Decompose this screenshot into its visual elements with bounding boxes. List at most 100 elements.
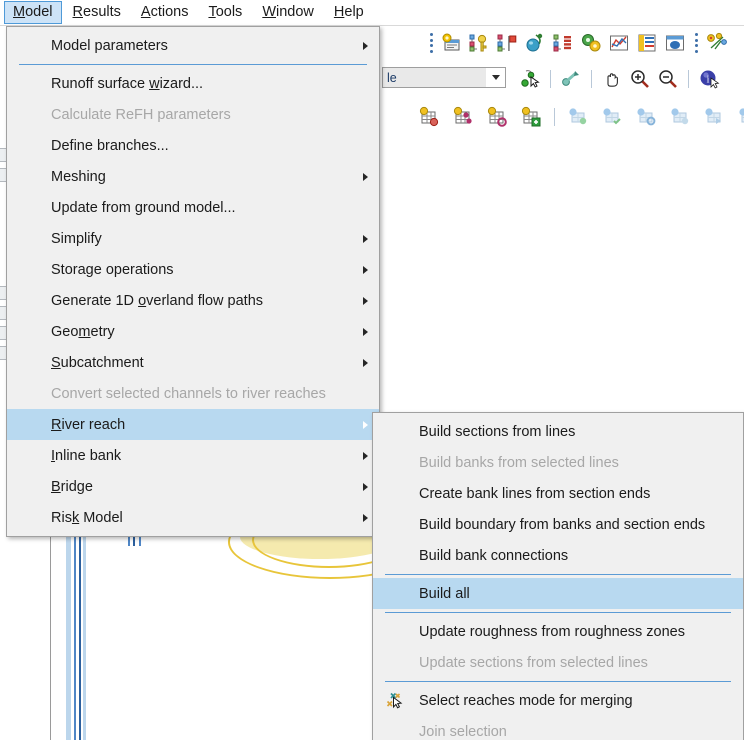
menu-item-build-sections-from-lines[interactable]: Build sections from lines bbox=[373, 416, 743, 447]
layer-combo[interactable]: le bbox=[382, 67, 506, 88]
submenu-arrow-icon bbox=[363, 41, 368, 50]
flag-tree-icon[interactable] bbox=[496, 32, 518, 54]
menubar-item-actions[interactable]: Actions bbox=[132, 1, 198, 24]
menu-item-update-roughness-from-roughness-zones[interactable]: Update roughness from roughness zones bbox=[373, 616, 743, 647]
menu-item-meshing[interactable]: Meshing bbox=[7, 161, 379, 192]
menu-item-update-from-ground-model[interactable]: Update from ground model... bbox=[7, 192, 379, 223]
menu-item-bridge[interactable]: Bridge bbox=[7, 471, 379, 502]
menu-item-build-boundary-from-banks-and-section-ends[interactable]: Build boundary from banks and section en… bbox=[373, 509, 743, 540]
menu-item-define-branches[interactable]: Define branches... bbox=[7, 130, 379, 161]
model-menu-panel[interactable]: Model parameters Runoff surface wizard...… bbox=[6, 26, 380, 537]
layer-combo-value: le bbox=[387, 70, 397, 85]
menubar-item-results[interactable]: Results bbox=[64, 1, 130, 24]
menu-separator bbox=[385, 612, 731, 613]
pan-hand-icon[interactable] bbox=[601, 68, 623, 90]
menu-item-geometry[interactable]: Geometry bbox=[7, 316, 379, 347]
river-reach-submenu-panel[interactable]: Build sections from lines Build banks fro… bbox=[372, 412, 744, 740]
menu-item-label: Model parameters bbox=[51, 37, 168, 54]
boundary-icon[interactable] bbox=[524, 32, 546, 54]
menu-item-build-bank-connections[interactable]: Build bank connections bbox=[373, 540, 743, 571]
menu-item-create-bank-lines-from-section-ends[interactable]: Create bank lines from section ends bbox=[373, 478, 743, 509]
grid-blue-green-icon[interactable] bbox=[567, 106, 589, 128]
toolbar-row-3[interactable] bbox=[412, 102, 744, 132]
grid-blue-pink-icon[interactable] bbox=[737, 106, 744, 128]
graph-icon[interactable] bbox=[608, 32, 630, 54]
toolbar-separator bbox=[688, 70, 689, 88]
menu-item-label: Convert selected channels to river reach… bbox=[51, 385, 326, 402]
toolbar-row-1[interactable] bbox=[424, 28, 730, 58]
menu-separator bbox=[385, 574, 731, 575]
key-tree-icon[interactable] bbox=[468, 32, 490, 54]
menu-item-label: Bridge bbox=[51, 478, 93, 495]
submenu-arrow-icon bbox=[363, 296, 368, 305]
menu-item-label: River reach bbox=[51, 416, 126, 433]
combo-dropdown-button[interactable] bbox=[486, 68, 505, 87]
menu-item-label: Build bank connections bbox=[419, 547, 569, 564]
panel-icon[interactable] bbox=[664, 32, 686, 54]
toolbar-separator bbox=[554, 108, 555, 126]
gears-icon[interactable] bbox=[580, 32, 602, 54]
menu-item-generate-1d-overland-flow-paths[interactable]: Generate 1D overland flow paths bbox=[7, 285, 379, 316]
grid-flower-red-icon[interactable] bbox=[418, 106, 440, 128]
grid-flower-circle-icon[interactable] bbox=[486, 106, 508, 128]
submenu-arrow-icon bbox=[363, 234, 368, 243]
application-window: le i Model Results Actions Tools Window … bbox=[0, 0, 744, 740]
menu-item-label: Build all bbox=[419, 585, 470, 602]
select-reaches-icon bbox=[386, 692, 404, 710]
grid-flower-link-icon[interactable] bbox=[452, 106, 474, 128]
submenu-arrow-icon bbox=[363, 265, 368, 274]
menu-item-select-reaches-mode-for-merging[interactable]: Select reaches mode for merging bbox=[373, 685, 743, 716]
menubar-item-tools[interactable]: Tools bbox=[199, 1, 251, 24]
menu-item-label: Generate 1D overland flow paths bbox=[51, 292, 264, 309]
menu-item-inline-bank[interactable]: Inline bank bbox=[7, 440, 379, 471]
menu-item-runoff-surface-wizard[interactable]: Runoff surface wizard... bbox=[7, 68, 379, 99]
menu-item-build-all[interactable]: Build all bbox=[373, 578, 743, 609]
menu-item-label: Build sections from lines bbox=[419, 423, 576, 440]
menu-item-simplify[interactable]: Simplify bbox=[7, 223, 379, 254]
menu-item-label: Build banks from selected lines bbox=[419, 454, 619, 471]
pick-tool-icon[interactable] bbox=[560, 68, 582, 90]
grid-blue-play-icon[interactable] bbox=[703, 106, 725, 128]
menu-item-label: Define branches... bbox=[51, 137, 169, 154]
menubar-item-help[interactable]: Help bbox=[325, 1, 373, 24]
grid-blue-shape-icon[interactable] bbox=[635, 106, 657, 128]
table-icon[interactable] bbox=[636, 32, 658, 54]
menubar-item-window[interactable]: Window bbox=[253, 1, 323, 24]
grid-blue-dark-icon[interactable] bbox=[669, 106, 691, 128]
zoom-in-icon[interactable] bbox=[629, 68, 651, 90]
menu-item-label: Create bank lines from section ends bbox=[419, 485, 651, 502]
toolbar-row-2[interactable]: i bbox=[516, 64, 723, 94]
menu-item-label: Build boundary from banks and section en… bbox=[419, 516, 706, 533]
info-icon[interactable]: i bbox=[698, 68, 720, 90]
toolbar-separator bbox=[591, 70, 592, 88]
menu-separator bbox=[19, 64, 367, 65]
toolbar-grip[interactable] bbox=[694, 33, 699, 53]
flower-network-icon[interactable] bbox=[705, 32, 727, 54]
menu-separator bbox=[385, 681, 731, 682]
toolbar-grip[interactable] bbox=[429, 33, 434, 53]
grid-flower-green-icon[interactable] bbox=[520, 106, 542, 128]
menu-item-label: Update roughness from roughness zones bbox=[419, 623, 685, 640]
data-tree-icon[interactable] bbox=[552, 32, 574, 54]
grid-blue-check-icon[interactable] bbox=[601, 106, 623, 128]
menu-item-river-reach[interactable]: River reach bbox=[7, 409, 379, 440]
submenu-arrow-icon bbox=[363, 420, 368, 429]
menu-item-model-parameters[interactable]: Model parameters bbox=[7, 30, 379, 61]
river-line bbox=[74, 534, 76, 740]
menu-item-label: Calculate ReFH parameters bbox=[51, 106, 231, 123]
select-pointer-icon[interactable] bbox=[519, 68, 541, 90]
menubar[interactable]: Model Results Actions Tools Window Help bbox=[0, 0, 744, 26]
menu-item-subcatchment[interactable]: Subcatchment bbox=[7, 347, 379, 378]
menu-item-storage-operations[interactable]: Storage operations bbox=[7, 254, 379, 285]
menu-item-update-sections-from-selected-lines: Update sections from selected lines bbox=[373, 647, 743, 678]
submenu-arrow-icon bbox=[363, 482, 368, 491]
menu-item-label: Update sections from selected lines bbox=[419, 654, 648, 671]
menu-item-label: Subcatchment bbox=[51, 354, 144, 371]
menubar-item-model[interactable]: Model bbox=[4, 1, 62, 24]
settings-window-icon[interactable] bbox=[440, 32, 462, 54]
zoom-out-icon[interactable] bbox=[657, 68, 679, 90]
menu-item-label: Select reaches mode for merging bbox=[419, 692, 633, 709]
svg-text:i: i bbox=[707, 75, 710, 86]
menu-item-risk-model[interactable]: Risk Model bbox=[7, 502, 379, 533]
river-line bbox=[66, 530, 71, 740]
